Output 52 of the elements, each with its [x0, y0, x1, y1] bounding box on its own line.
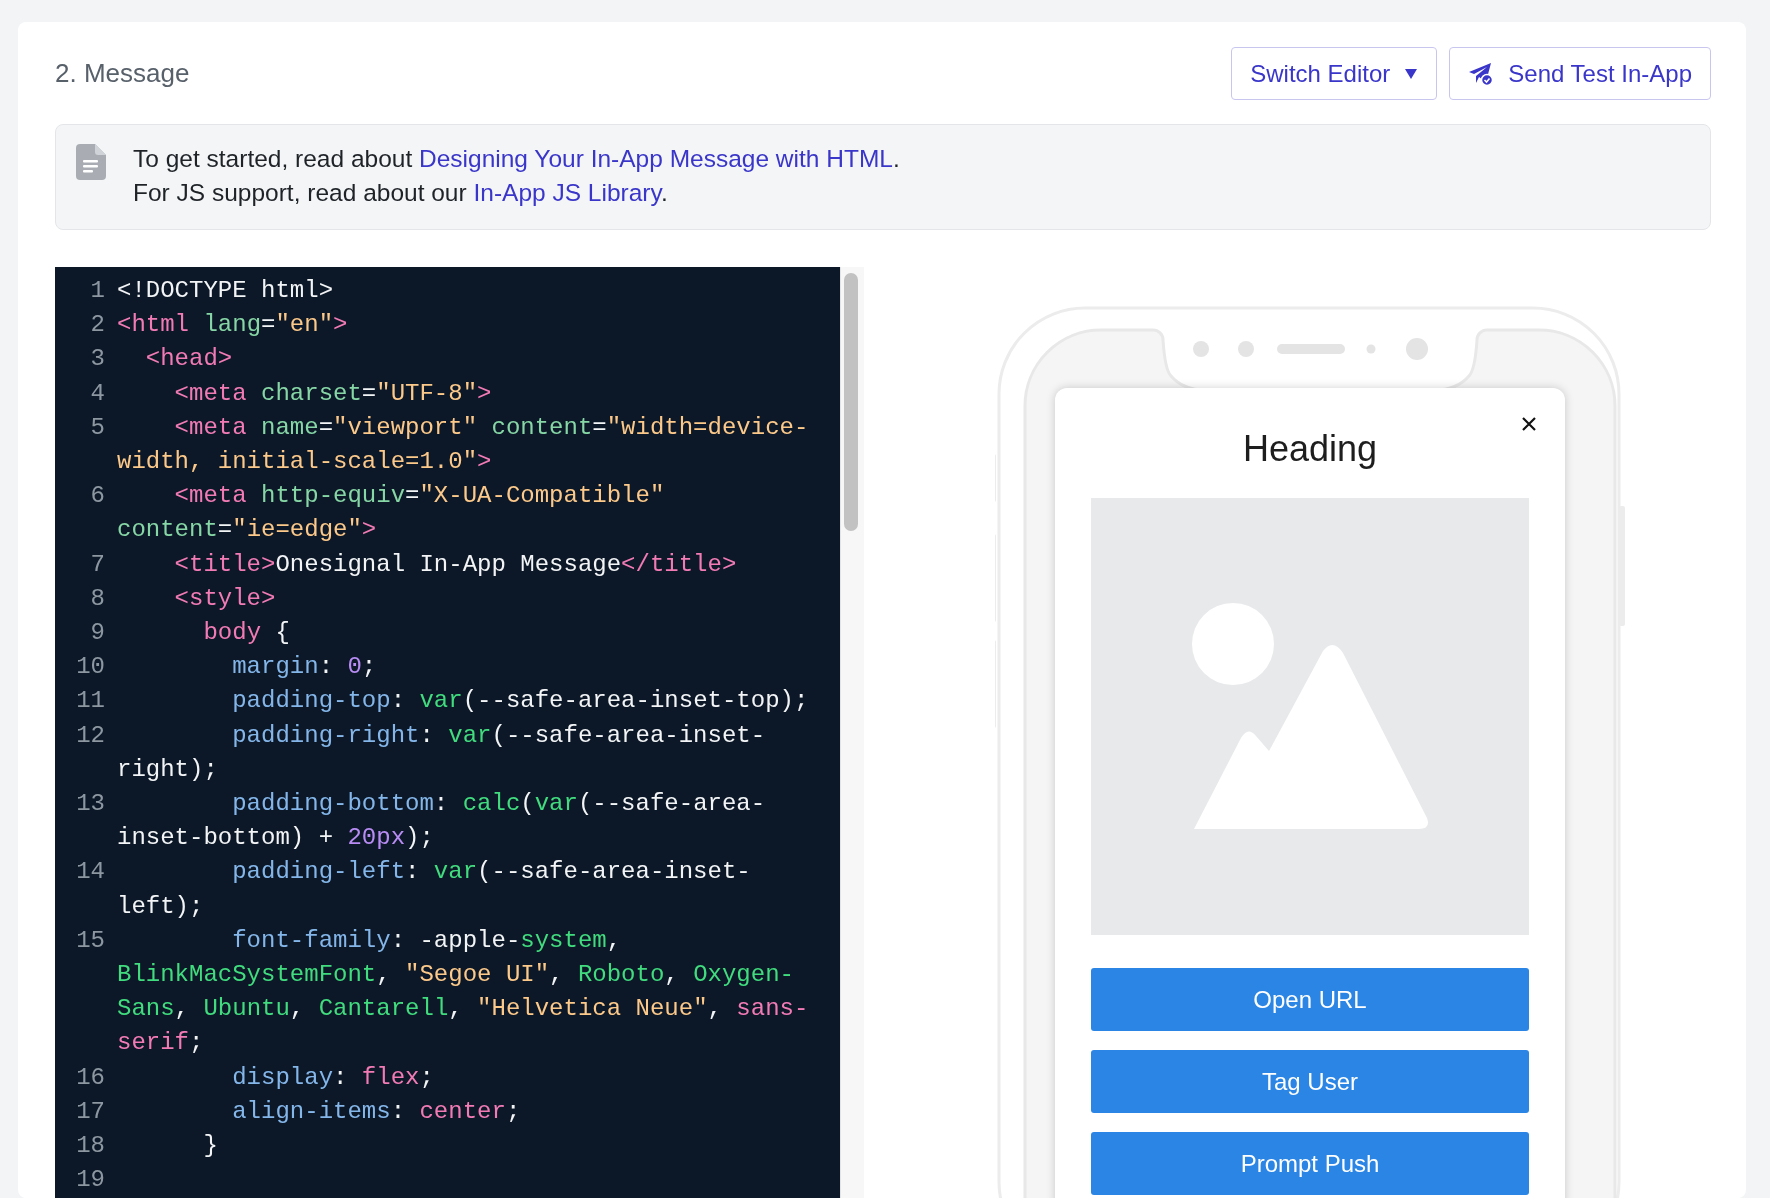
code-line: padding-right: var(--safe-area-inset-right); [117, 720, 767, 785]
line-number: 5 [89, 412, 105, 443]
section-title: 2. Message [55, 58, 190, 89]
code-line: <html lang="en"> [117, 310, 349, 341]
line-number: 16 [75, 1062, 105, 1093]
scrollbar-thumb[interactable] [844, 273, 858, 531]
line-number: 6 [89, 481, 105, 512]
message-action-button[interactable]: Open URL [1091, 968, 1529, 1031]
line-number: 8 [89, 583, 105, 614]
code-line: <meta http-equiv="X-UA-Compatible" content="ie=edge"> [117, 481, 666, 546]
line-number: 9 [89, 618, 105, 649]
line-number: 14 [75, 857, 105, 888]
code-line: <meta name="viewport" content="width=device-width, initial-scale=1.0"> [117, 412, 810, 477]
line-number: 13 [75, 789, 105, 820]
code-line: <title>Onesignal In-App Message</title> [173, 549, 738, 580]
line-number: 19 [75, 1165, 105, 1196]
line-number: 18 [75, 1131, 105, 1162]
notice-text: To get started, read about Designing Your In-App Message with HTML. [133, 144, 900, 174]
code-line: padding-bottom: calc(var(--safe-area-inset-bottom) + 20px); [117, 789, 767, 854]
code-line: margin: 0; [231, 652, 378, 683]
code-line: align-items: center; [231, 1096, 522, 1127]
document-icon [76, 144, 106, 180]
line-number: 1 [89, 276, 105, 306]
message-action-button[interactable]: Prompt Push [1091, 1132, 1529, 1195]
close-icon[interactable] [1521, 416, 1537, 432]
code-line: display: flex; [231, 1062, 435, 1093]
doc-link[interactable]: In-App JS Library [473, 179, 661, 206]
paper-plane-check-icon [1468, 61, 1495, 86]
line-number: 4 [89, 378, 105, 409]
line-number: 15 [75, 925, 105, 956]
switch-editor-button[interactable]: Switch Editor [1231, 47, 1438, 100]
line-number: 11 [75, 686, 105, 717]
code-line: padding-top: var(--safe-area-inset-top); [231, 686, 810, 717]
code-line: <head> [144, 344, 234, 375]
line-number: 7 [89, 549, 105, 580]
line-number: 12 [75, 720, 105, 751]
notice-text: For JS support, read about our In-App JS Library. [133, 178, 669, 208]
line-number: 2 [89, 310, 105, 341]
caret-icon [1404, 67, 1419, 80]
code-line: <!DOCTYPE html> [117, 276, 335, 306]
code-line: <meta charset="UTF-8"> [173, 378, 493, 409]
code-line: } [202, 1131, 219, 1162]
line-number: 3 [89, 344, 105, 375]
send-test-button[interactable]: Send Test In-App [1449, 47, 1711, 100]
code-line: <style> [173, 583, 277, 614]
code-line: body { [202, 618, 291, 649]
line-number: 17 [75, 1096, 105, 1127]
doc-link[interactable]: Designing Your In-App Message with HTML [419, 145, 893, 172]
code-line: padding-left: var(--safe-area-inset-left); [117, 857, 752, 922]
message-action-button[interactable]: Tag User [1091, 1050, 1529, 1113]
code-line: font-family: -apple-system, BlinkMacSystemFont, "Segoe UI", Roboto, Oxygen-Sans, Ubuntu, Cantarell, "Helvetica Neue", sans-serif; [117, 925, 810, 1059]
line-number: 10 [75, 652, 105, 683]
